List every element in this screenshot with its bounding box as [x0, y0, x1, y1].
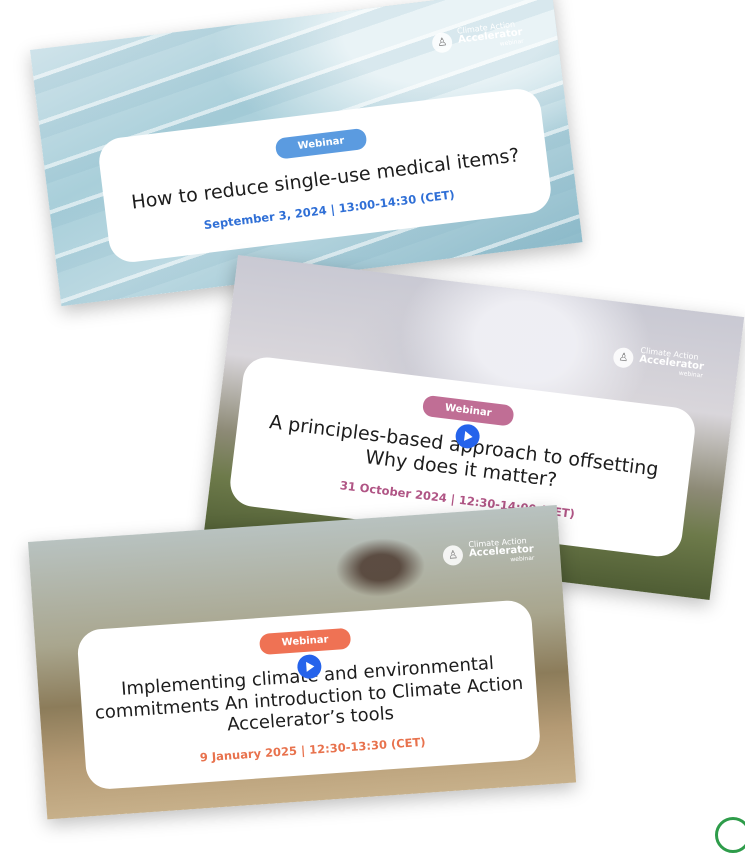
webinar-badge: Webinar — [421, 394, 515, 427]
webinar-card-climate-tools[interactable]: ♙ Climate Action Accelerator webinar Web… — [28, 505, 577, 820]
climate-action-accelerator-logo: ♙ Climate Action Accelerator webinar — [431, 20, 524, 56]
play-icon — [464, 431, 474, 442]
person-icon: ♙ — [612, 346, 635, 369]
webinar-card-medical-items[interactable]: ♙ Climate Action Accelerator webinar Web… — [30, 0, 583, 307]
corner-badge-icon — [715, 817, 745, 853]
person-icon: ♙ — [442, 544, 464, 566]
webinar-badge: Webinar — [274, 127, 368, 160]
webinar-info-panel: Webinar Implementing climate and environ… — [76, 599, 542, 791]
climate-action-accelerator-logo: ♙ Climate Action Accelerator webinar — [442, 536, 535, 568]
person-icon: ♙ — [431, 31, 454, 54]
play-icon — [306, 661, 315, 672]
webinar-info-panel: Webinar How to reduce single-use medical… — [96, 86, 554, 265]
webinar-badge: Webinar — [259, 627, 352, 656]
climate-action-accelerator-logo: ♙ Climate Action Accelerator webinar — [612, 344, 705, 380]
